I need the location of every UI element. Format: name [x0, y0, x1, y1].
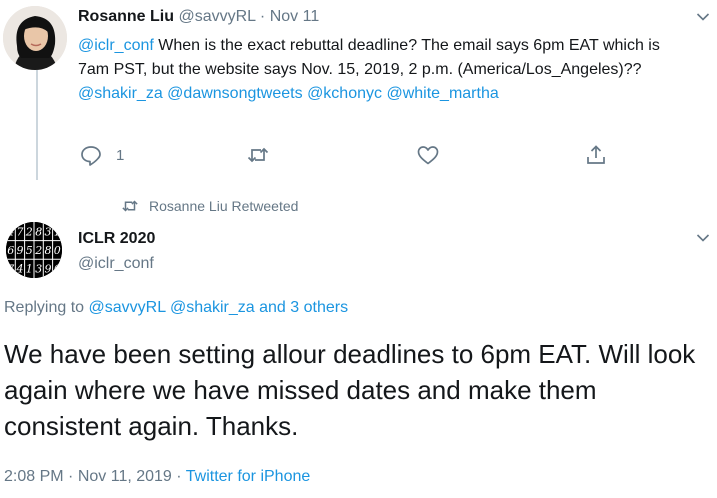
avatar-digit: 2: [34, 244, 42, 257]
tweet-text-segment: When is the exact rebuttal deadline? The…: [78, 37, 660, 78]
replying-others-link[interactable]: and 3 others: [259, 299, 348, 316]
parent-tweet-header: Rosanne Liu @savvyRL · Nov 11: [78, 8, 319, 26]
mention-link[interactable]: @iclr_conf: [78, 37, 154, 54]
avatar-digit: 3: [35, 263, 42, 276]
thread-connector-line: [36, 70, 38, 180]
handle[interactable]: @savvyRL: [178, 8, 255, 25]
replying-prefix: Replying to: [4, 299, 85, 316]
chevron-down-icon[interactable]: [696, 12, 710, 22]
avatar-digit: 2: [25, 225, 33, 238]
tweet-metadata: 2:08 PM · Nov 11, 2019 · Twitter for iPh…: [4, 468, 310, 486]
avatar-digit: 9: [17, 244, 24, 257]
tweet-time[interactable]: 2:08 PM: [4, 468, 64, 485]
retweet-icon[interactable]: [246, 143, 270, 167]
replying-user-link[interactable]: @shakir_za: [170, 299, 255, 316]
avatar-digit: 4: [16, 263, 24, 276]
parent-tweet-text: @iclr_conf When is the exact rebuttal de…: [78, 34, 678, 106]
avatar-digit: 8: [45, 244, 52, 257]
display-name[interactable]: ICLR 2020: [78, 230, 155, 248]
avatar-digit: 7: [7, 263, 14, 276]
replying-to: Replying to @savvyRL @shakir_za and 3 ot…: [4, 299, 348, 317]
profile-photo: [3, 6, 67, 70]
avatar-digit: 0: [54, 244, 61, 257]
avatar-digit: 3: [45, 225, 52, 238]
retweeted-by-label[interactable]: Rosanne Liu Retweeted: [149, 198, 298, 214]
avatar-digit: 1: [26, 263, 33, 276]
retweet-icon: [122, 200, 138, 212]
separator: ·: [176, 468, 182, 485]
separator: ·: [259, 8, 266, 25]
tweet-date[interactable]: Nov 11: [270, 8, 320, 25]
avatar-digit: 6: [54, 263, 61, 276]
tweet-date[interactable]: Nov 11, 2019: [78, 468, 172, 485]
mention-link[interactable]: @shakir_za: [78, 85, 163, 102]
mention-link[interactable]: @white_martha: [386, 85, 498, 102]
mnist-grid-logo: 4 7 2 8 3 16 9 5 2 8 07 4 1 3 9 6: [6, 222, 62, 278]
mention-link[interactable]: @kchonyc: [307, 85, 382, 102]
share-icon[interactable]: [584, 143, 608, 167]
avatar[interactable]: [3, 6, 67, 70]
avatar-digit: 9: [45, 263, 52, 276]
chevron-down-icon[interactable]: [696, 233, 710, 243]
avatar[interactable]: 472831695280741396: [6, 222, 62, 278]
reply-icon[interactable]: [80, 143, 102, 167]
retweet-context: Rosanne Liu Retweeted: [121, 198, 298, 214]
avatar-digit: 1: [54, 225, 61, 238]
avatar-digit: 7: [17, 225, 24, 238]
handle[interactable]: @iclr_conf: [78, 255, 154, 273]
main-tweet-text: We have been setting allour deadlines to…: [4, 339, 696, 441]
separator: ·: [68, 468, 74, 485]
reply-count: 1: [116, 147, 125, 164]
replying-user-link[interactable]: @savvyRL: [89, 299, 166, 316]
display-name[interactable]: Rosanne Liu: [78, 8, 174, 25]
heart-icon[interactable]: [416, 143, 440, 167]
mention-link[interactable]: @dawnsongtweets: [167, 85, 302, 102]
avatar-digit: 6: [7, 244, 14, 257]
avatar-digit: 4: [6, 225, 14, 238]
tweet-source-link[interactable]: Twitter for iPhone: [186, 468, 311, 485]
avatar-digit: 5: [26, 244, 33, 257]
avatar-digit: 8: [35, 225, 42, 238]
